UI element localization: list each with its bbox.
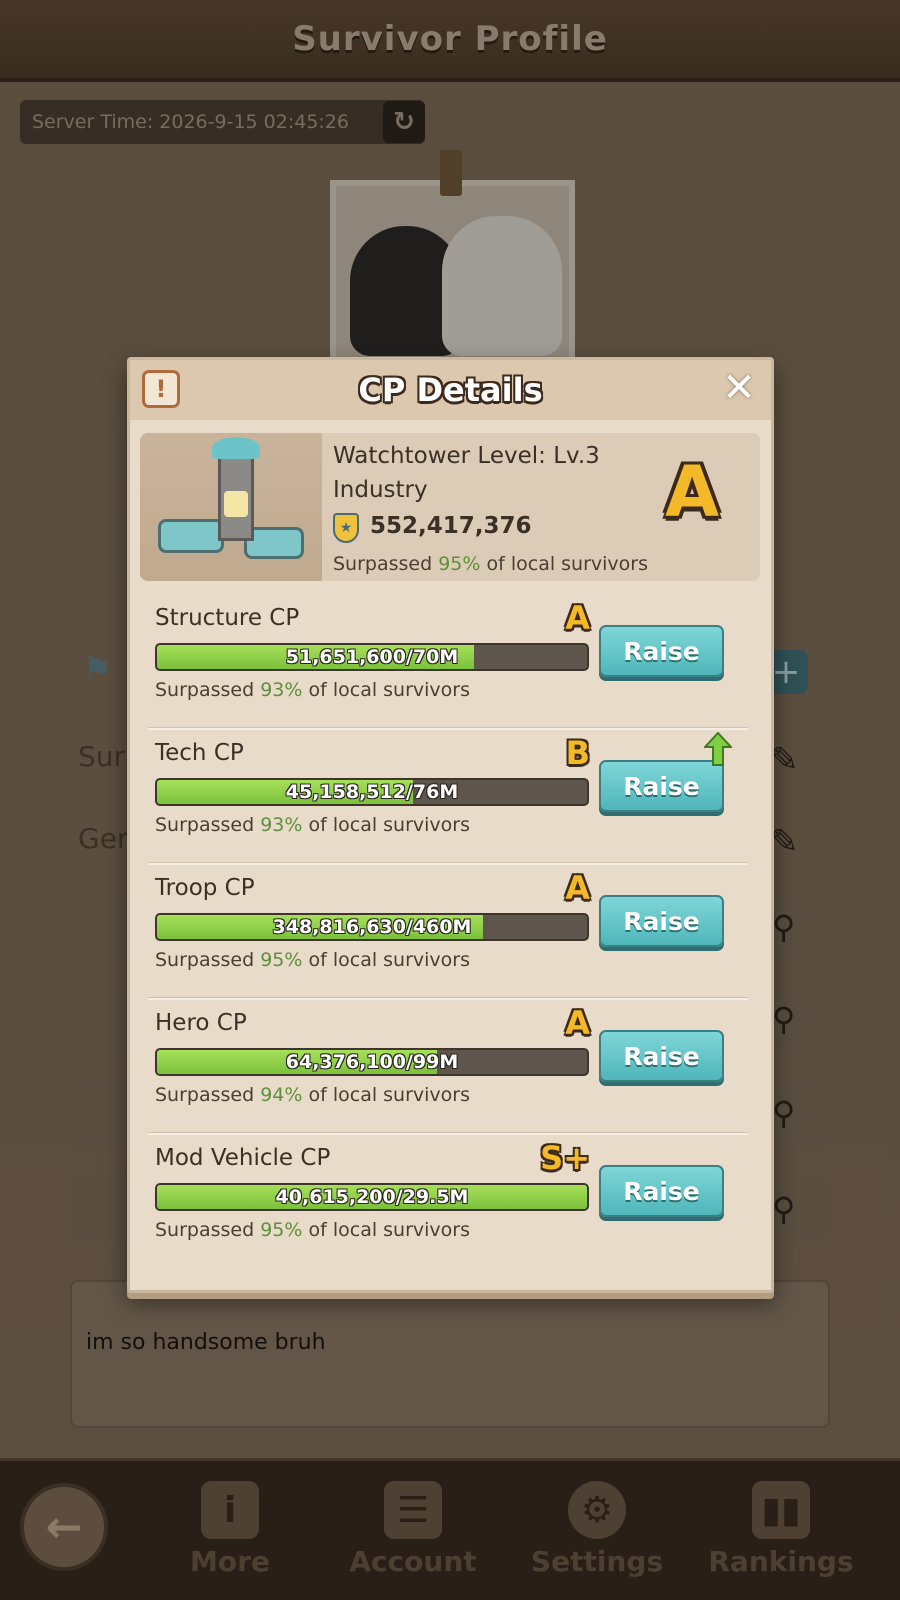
cp-row-troop: Troop CP A 348,816,630/460M Surpassed 95…: [148, 865, 748, 1000]
cp-row-grade: A: [565, 599, 590, 637]
total-cp-value: 552,417,376: [370, 513, 532, 539]
surpass-percent: 94%: [260, 1084, 303, 1106]
account-card-icon: ☰: [384, 1481, 442, 1539]
nav-account[interactable]: ☰ Account: [338, 1481, 488, 1578]
cp-row-surpass: Surpassed 93% of local survivors: [155, 679, 470, 701]
surpass-percent: 93%: [260, 679, 303, 701]
surpass-suffix: of local survivors: [302, 679, 471, 701]
nav-settings-label: Settings: [530, 1545, 664, 1578]
summary-surpass-text: Surpassed 95% of local survivors: [333, 553, 648, 575]
bar-chart-icon: ▮▮: [752, 1481, 810, 1539]
cp-row-structure: Structure CP A 51,651,600/70M Surpassed …: [148, 595, 748, 730]
surpass-prefix: Surpassed: [155, 1084, 261, 1106]
cp-row-grade: A: [565, 1004, 590, 1042]
nav-rankings-label: Rankings: [708, 1545, 854, 1578]
surpass-percent: 95%: [260, 1219, 303, 1241]
cp-row-surpass: Surpassed 93% of local survivors: [155, 814, 470, 836]
watchtower-image: [140, 433, 322, 581]
nav-more[interactable]: i More: [155, 1481, 305, 1578]
cp-row-grade: S+: [540, 1139, 590, 1177]
cp-progress-bar: 64,376,100/99M: [155, 1048, 589, 1076]
surpass-prefix: Surpassed: [333, 553, 439, 575]
building-part: [212, 437, 260, 459]
cp-details-modal: CP Details ! ✕ Watchtower Level: Lv.3 In…: [127, 357, 774, 1293]
cp-row-surpass: Surpassed 95% of local survivors: [155, 949, 470, 971]
close-icon[interactable]: ✕: [719, 365, 759, 411]
surpass-percent: 93%: [260, 814, 303, 836]
cp-progress-text: 45,158,512/76M: [285, 781, 459, 803]
cp-row-name: Mod Vehicle CP: [155, 1145, 331, 1171]
watchtower-level: Watchtower Level: Lv.3: [333, 443, 600, 469]
bottom-nav: ← i More ☰ Account ⚙ Settings ▮▮ Ranking…: [0, 1458, 900, 1600]
cp-row-tech: Tech CP B 45,158,512/76M Surpassed 93% o…: [148, 730, 748, 865]
cp-progress-bar: 51,651,600/70M: [155, 643, 589, 671]
cp-progress-bar: 45,158,512/76M: [155, 778, 589, 806]
surpass-percent: 95%: [260, 949, 303, 971]
nav-more-label: More: [190, 1545, 270, 1578]
cp-progress-bar: 348,816,630/460M: [155, 913, 589, 941]
raise-button[interactable]: Raise: [599, 625, 724, 677]
raise-button[interactable]: Raise: [599, 760, 724, 812]
watchtower-summary-card: Watchtower Level: Lv.3 Industry ★ 552,41…: [140, 433, 760, 581]
cp-row-mod-vehicle: Mod Vehicle CP S+ 40,615,200/29.5M Surpa…: [148, 1135, 748, 1270]
surpass-suffix: of local survivors: [302, 1084, 471, 1106]
cp-progress-text: 40,615,200/29.5M: [275, 1186, 469, 1208]
surpass-prefix: Surpassed: [155, 949, 261, 971]
surpass-suffix: of local survivors: [302, 949, 471, 971]
cp-row-surpass: Surpassed 95% of local survivors: [155, 1219, 470, 1241]
cp-progress-bar: 40,615,200/29.5M: [155, 1183, 589, 1211]
raise-button[interactable]: Raise: [599, 1165, 724, 1217]
surpass-suffix: of local survivors: [302, 814, 471, 836]
exclamation-icon[interactable]: !: [142, 370, 180, 408]
info-icon: i: [201, 1481, 259, 1539]
surpass-suffix: of local survivors: [302, 1219, 471, 1241]
cp-row-name: Structure CP: [155, 605, 300, 631]
modal-title: CP Details: [358, 371, 543, 409]
cp-row-grade: A: [565, 869, 590, 907]
upgrade-arrow-icon: [704, 732, 732, 766]
gear-icon: ⚙: [568, 1481, 626, 1539]
surpass-prefix: Surpassed: [155, 679, 261, 701]
cp-progress-text: 64,376,100/99M: [285, 1051, 459, 1073]
nav-account-label: Account: [349, 1545, 477, 1578]
cp-row-surpass: Surpassed 94% of local survivors: [155, 1084, 470, 1106]
raise-button[interactable]: Raise: [599, 895, 724, 947]
raise-button[interactable]: Raise: [599, 1030, 724, 1082]
cp-progress-text: 348,816,630/460M: [272, 916, 472, 938]
building-part: [158, 519, 224, 553]
cp-row-name: Troop CP: [155, 875, 255, 901]
cp-row-name: Hero CP: [155, 1010, 247, 1036]
cp-row-name: Tech CP: [155, 740, 244, 766]
cp-shield-icon: ★: [333, 513, 359, 543]
building-part: [224, 491, 248, 517]
cp-row-grade: B: [565, 734, 590, 772]
surpass-prefix: Surpassed: [155, 1219, 261, 1241]
nav-settings[interactable]: ⚙ Settings: [522, 1481, 672, 1578]
overall-grade: A: [665, 451, 720, 533]
cp-row-hero: Hero CP A 64,376,100/99M Surpassed 94% o…: [148, 1000, 748, 1135]
surpass-prefix: Surpassed: [155, 814, 261, 836]
surpass-percent: 95%: [438, 553, 481, 575]
modal-header: CP Details: [130, 360, 771, 420]
back-arrow-icon[interactable]: ←: [20, 1483, 108, 1571]
watchtower-type: Industry: [333, 477, 428, 503]
surpass-suffix: of local survivors: [480, 553, 649, 575]
cp-progress-text: 51,651,600/70M: [285, 646, 459, 668]
nav-rankings[interactable]: ▮▮ Rankings: [706, 1481, 856, 1578]
